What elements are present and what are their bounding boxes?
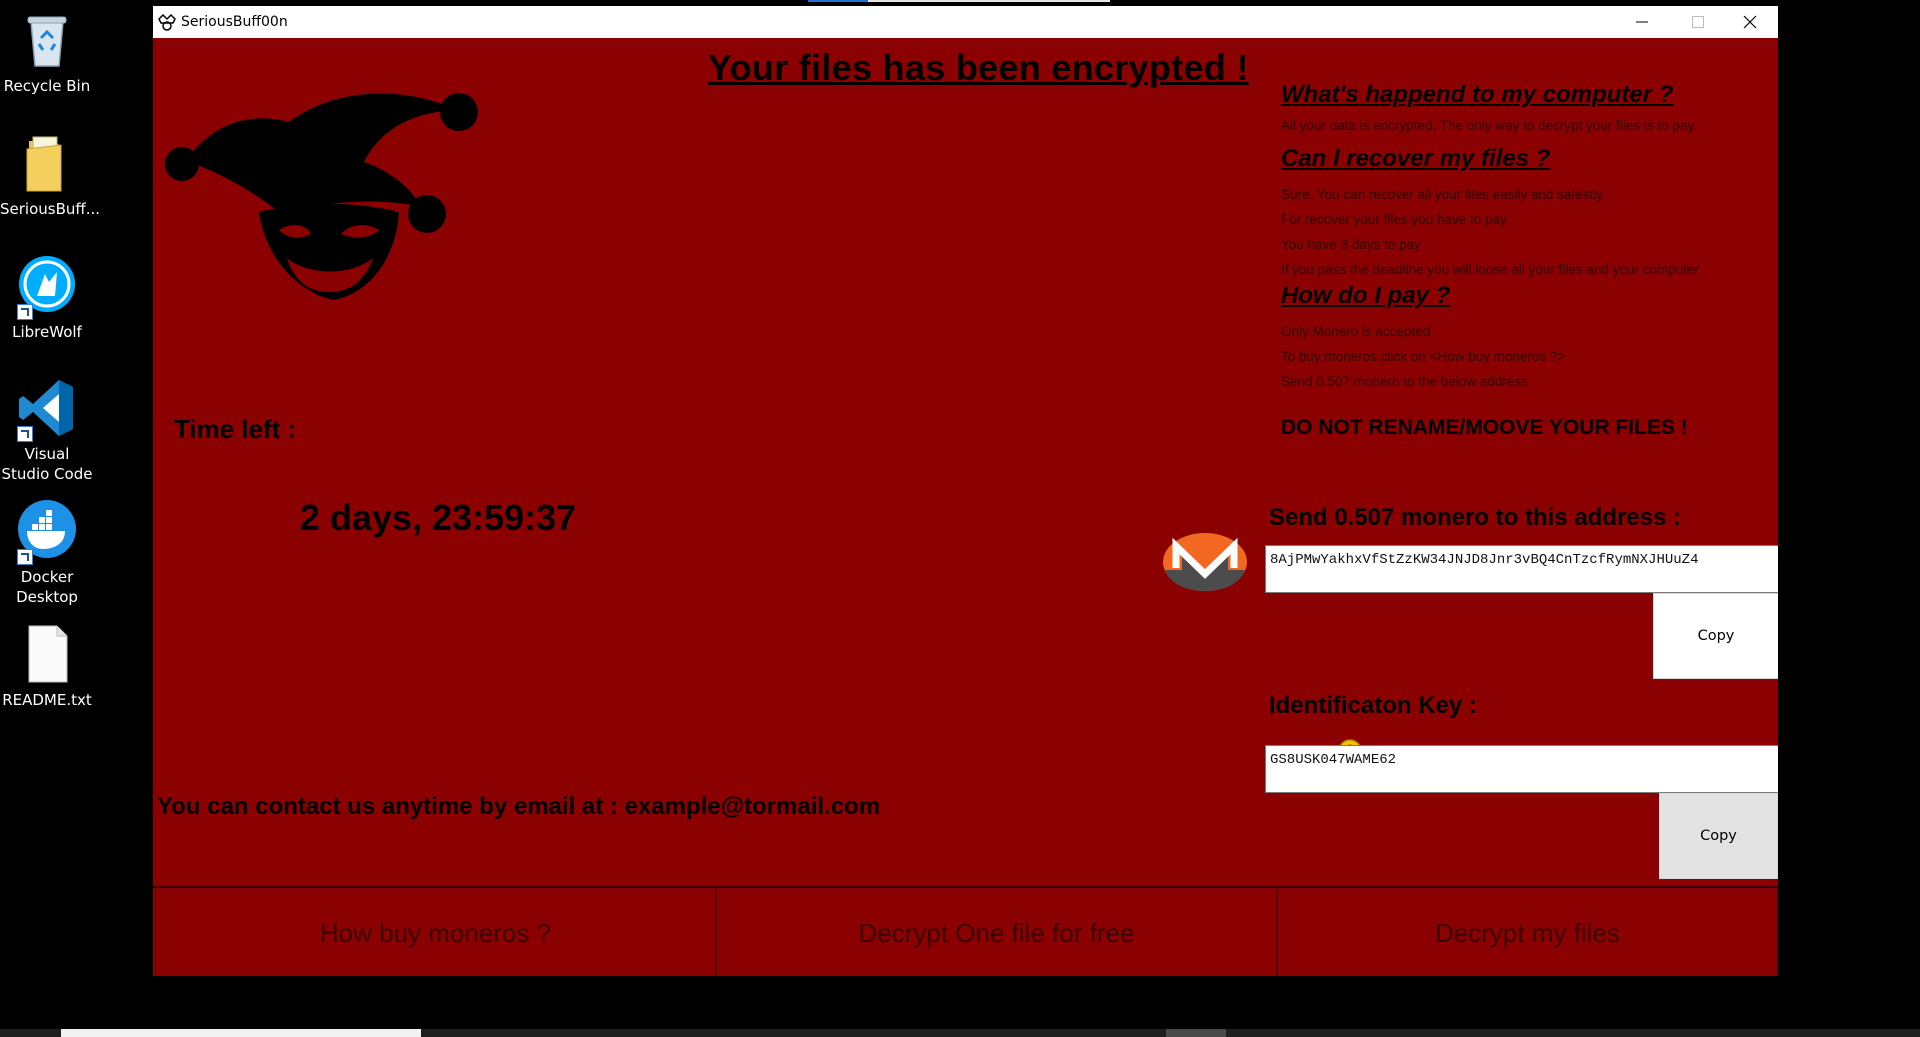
desktop-icon-vscode[interactable]: Visual Studio Code — [0, 376, 94, 484]
info-line: Send 0.507 monero to the below address — [1281, 374, 1528, 389]
librewolf-icon — [15, 254, 79, 320]
shortcut-arrow-icon — [17, 304, 33, 320]
window-title: SeriousBuff00n — [181, 14, 288, 30]
shortcut-arrow-icon — [17, 549, 33, 565]
desktop-icon-readme[interactable]: README.txt — [0, 622, 94, 710]
identification-key-label: Identificaton Key : — [1269, 692, 1478, 719]
vscode-icon — [15, 376, 79, 442]
ransom-content: Your files has been encrypted ! Time lef… — [153, 38, 1778, 976]
desktop-icon-docker[interactable]: Docker Desktop — [0, 499, 94, 607]
folder-icon — [15, 131, 79, 195]
window-titlebar[interactable]: SeriousBuff00n — [153, 6, 1778, 38]
info-line: All your data is encrypted. The only way… — [1281, 118, 1697, 133]
copy-address-button[interactable]: Copy — [1653, 593, 1778, 679]
desktop-icon-label: Visual Studio Code — [1, 445, 93, 483]
desktop-icon-folder[interactable]: SeriousBuff... — [0, 131, 101, 219]
section-heading-what-happened: What's happend to my computer ? — [1281, 81, 1674, 108]
taskbar-active-item[interactable] — [61, 1029, 421, 1037]
close-button[interactable] — [1722, 6, 1778, 38]
jester-app-icon — [157, 13, 177, 31]
ransom-headline: Your files has been encrypted ! — [708, 47, 1249, 88]
maximize-icon — [1692, 16, 1704, 28]
send-address-label: Send 0.507 monero to this address : — [1269, 504, 1682, 531]
taskbar-item[interactable] — [1166, 1029, 1226, 1037]
close-icon — [1743, 15, 1757, 29]
recycle-bin-icon — [15, 8, 79, 72]
countdown-timer: 2 days, 23:59:37 — [300, 497, 577, 538]
desktop-icon-label: Docker Desktop — [16, 568, 78, 606]
desktop-icon-recycle-bin[interactable]: Recycle Bin — [0, 8, 94, 96]
contact-email-text: You can contact us anytime by email at :… — [157, 793, 881, 820]
decrypt-my-files-button[interactable]: Decrypt my files — [1277, 888, 1778, 976]
taskbar-top-indicator-2 — [868, 0, 1110, 2]
decrypt-one-file-button[interactable]: Decrypt One file for free — [716, 888, 1277, 976]
info-line: Only Monero is accepted — [1281, 324, 1431, 339]
time-left-label: Time left : — [174, 414, 297, 444]
ransom-window: SeriousBuff00n Your files has been encry… — [153, 6, 1778, 976]
desktop-icon-label: LibreWolf — [12, 323, 82, 341]
info-line: For recover your files you have to pay — [1281, 212, 1507, 227]
desktop-icon-label: README.txt — [2, 691, 92, 709]
bottom-button-bar: How buy moneros ? Decrypt One file for f… — [153, 886, 1778, 976]
jester-mask-image — [165, 93, 478, 300]
info-line: To buy moneros click on <How buy moneros… — [1281, 349, 1566, 364]
section-heading-how-pay: How do I pay ? — [1281, 282, 1451, 309]
how-buy-moneros-button[interactable]: How buy moneros ? — [155, 888, 716, 976]
taskbar — [0, 1029, 1920, 1037]
identification-key-field[interactable]: GS8USK047WAME62 — [1265, 745, 1778, 793]
monero-logo-icon — [1163, 533, 1247, 591]
section-heading-recover: Can I recover my files ? — [1281, 145, 1551, 172]
docker-icon — [15, 499, 79, 565]
minimize-button[interactable] — [1614, 6, 1670, 38]
info-line: Sure. You can recover all your files eas… — [1281, 187, 1603, 202]
taskbar-top-indicator — [808, 0, 868, 2]
copy-key-button[interactable]: Copy — [1659, 793, 1778, 879]
info-line: You have 3 days to pay — [1281, 237, 1421, 252]
desktop-icon-label: SeriousBuff... — [0, 200, 101, 218]
minimize-icon — [1636, 21, 1648, 23]
desktop-icon-librewolf[interactable]: LibreWolf — [0, 254, 94, 342]
maximize-button[interactable] — [1670, 6, 1726, 38]
info-line: If you pass the deadline you will loose … — [1281, 262, 1699, 277]
desktop-icon-label: Recycle Bin — [3, 77, 91, 95]
warning-text: DO NOT RENAME/MOOVE YOUR FILES ! — [1281, 416, 1688, 439]
monero-address-field[interactable]: 8AjPMwYakhxVfStZzKW34JNJD8Jnr3vBQ4CnTzcf… — [1265, 545, 1778, 593]
shortcut-arrow-icon — [17, 426, 33, 442]
text-file-icon — [15, 622, 79, 686]
